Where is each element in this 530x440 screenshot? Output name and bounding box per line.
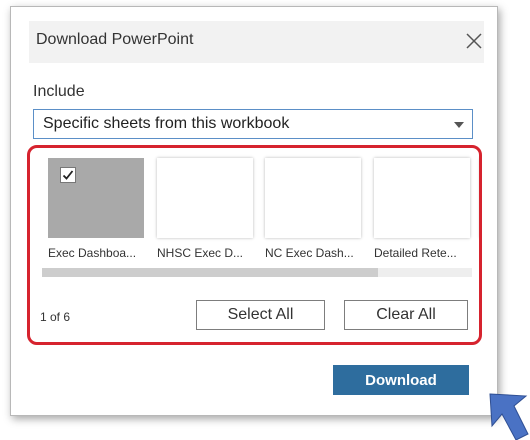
sheet-thumbnail[interactable]: NC Exec Dash...	[265, 158, 361, 260]
include-select[interactable]: Specific sheets from this workbook	[33, 109, 473, 139]
sheet-label: Exec Dashboa...	[48, 246, 137, 260]
dialog-header: Download PowerPoint	[29, 21, 484, 63]
include-select-value: Specific sheets from this workbook	[43, 115, 290, 132]
download-powerpoint-dialog: Download PowerPoint Include Specific she…	[10, 6, 498, 416]
checkmark-icon	[62, 170, 74, 180]
sheet-preview	[157, 158, 253, 238]
sheet-checkbox[interactable]	[60, 167, 76, 183]
include-label: Include	[33, 83, 85, 100]
close-icon	[466, 33, 482, 49]
sheet-thumbnail[interactable]: NHSC Exec D...	[157, 158, 253, 260]
dialog-title: Download PowerPoint	[36, 31, 194, 48]
sheet-preview	[480, 158, 482, 238]
scrollbar-thumb[interactable]	[42, 268, 378, 277]
sheet-preview	[374, 158, 470, 238]
sheet-thumbnail[interactable]: Detailed Rete...	[374, 158, 470, 260]
sheets-panel: Exec Dashboa... NHSC Exec D... NC Exec D…	[27, 145, 482, 345]
sheet-thumbnails: Exec Dashboa... NHSC Exec D... NC Exec D…	[30, 148, 482, 268]
download-button[interactable]: Download	[333, 365, 469, 395]
caret-down-icon	[454, 122, 464, 128]
close-button[interactable]	[460, 27, 488, 55]
clear-all-button[interactable]: Clear All	[344, 300, 468, 330]
sheet-label: NC Exec Dash...	[265, 246, 354, 260]
select-all-button[interactable]: Select All	[196, 300, 325, 330]
sheet-label: Detailed Rete...	[374, 246, 457, 260]
sheet-label: NHSC Exec D...	[157, 246, 244, 260]
sheet-thumbnail-partial[interactable]	[480, 158, 482, 238]
sheet-thumbnail[interactable]: Exec Dashboa...	[48, 158, 144, 260]
thumbnail-scrollbar[interactable]	[42, 268, 472, 277]
page-count: 1 of 6	[40, 310, 71, 324]
pointer-arrow-icon	[489, 393, 529, 440]
sheet-preview	[265, 158, 361, 238]
